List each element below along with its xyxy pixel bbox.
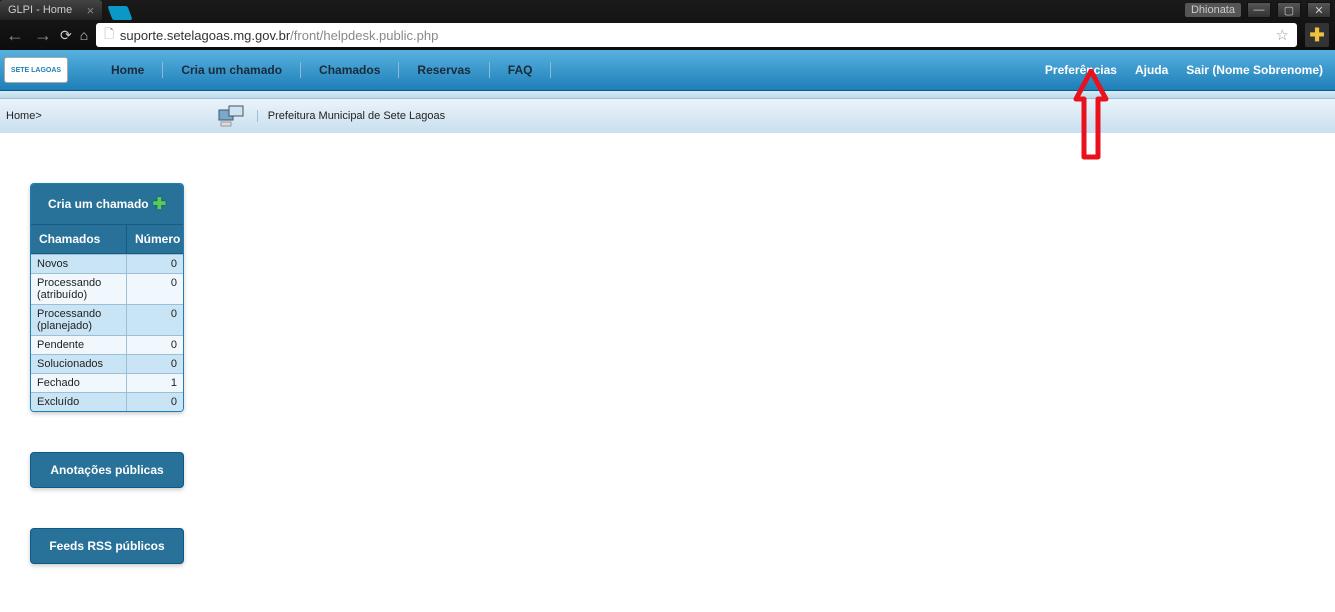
table-row[interactable]: Excluído0	[31, 392, 183, 411]
home-button[interactable]: ⌂	[80, 27, 88, 43]
new-tab-button[interactable]	[108, 6, 133, 20]
menu-tickets[interactable]: Chamados	[301, 63, 398, 77]
row-label: Processando (atribuído)	[31, 274, 127, 304]
row-num: 0	[127, 274, 183, 304]
back-button[interactable]: ←	[6, 25, 24, 46]
plus-icon: ✚	[153, 194, 166, 214]
window-controls: Dhionata — ▢ ✕	[1185, 2, 1331, 18]
computer-icon	[217, 104, 245, 128]
logout-prefix: Sair	[1186, 63, 1209, 77]
minimize-button[interactable]: —	[1247, 2, 1271, 18]
help-link[interactable]: Ajuda	[1135, 63, 1168, 77]
menu-faq[interactable]: FAQ	[490, 63, 551, 77]
logo-text: SETE LAGOAS	[11, 67, 61, 74]
header-right: Preferências Ajuda Sair (Nome Sobrenome)	[1045, 63, 1335, 77]
create-ticket-label: Cria um chamado	[48, 197, 149, 211]
menu-create-ticket[interactable]: Cria um chamado	[163, 63, 300, 77]
browser-chrome: GLPI - Home × Dhionata — ▢ ✕ ← → ⟳ ⌂ 🗋 s…	[0, 0, 1335, 50]
maximize-button[interactable]: ▢	[1277, 2, 1301, 18]
row-label: Novos	[31, 255, 127, 273]
close-icon[interactable]: ×	[87, 3, 95, 18]
table-row[interactable]: Fechado1	[31, 373, 183, 392]
tab-bar: GLPI - Home ×	[0, 0, 1335, 20]
app-logo[interactable]: SETE LAGOAS	[4, 57, 68, 83]
table-row[interactable]: Pendente0	[31, 335, 183, 354]
browser-tab[interactable]: GLPI - Home ×	[0, 0, 102, 20]
public-notes-button[interactable]: Anotações públicas	[30, 452, 184, 488]
app-header: SETE LAGOAS Home Cria um chamado Chamado…	[0, 50, 1335, 91]
row-num: 0	[127, 355, 183, 373]
main-content: Cria um chamado ✚ Chamados Número Novos0…	[0, 133, 1335, 564]
url-bar[interactable]: 🗋 suporte.setelagoas.mg.gov.br/front/hel…	[96, 23, 1297, 47]
page-icon: 🗋	[104, 25, 114, 46]
row-label: Processando (planejado)	[31, 305, 127, 335]
preferences-link[interactable]: Preferências	[1045, 63, 1117, 77]
breadcrumb-org: Prefeitura Municipal de Sete Lagoas	[257, 110, 445, 122]
nav-bar: ← → ⟳ ⌂ 🗋 suporte.setelagoas.mg.gov.br/f…	[0, 20, 1335, 50]
row-label: Fechado	[31, 374, 127, 392]
logout-link[interactable]: Sair (Nome Sobrenome)	[1186, 63, 1323, 77]
col-tickets: Chamados	[31, 225, 127, 253]
url-domain: suporte.setelagoas.mg.gov.br	[120, 28, 290, 43]
row-label: Excluído	[31, 393, 127, 411]
table-row[interactable]: Processando (planejado)0	[31, 304, 183, 335]
tab-title: GLPI - Home	[8, 4, 72, 16]
extension-button[interactable]: ✚	[1305, 23, 1329, 47]
public-rss-button[interactable]: Feeds RSS públicos	[30, 528, 184, 564]
ticket-table-header: Chamados Número	[31, 225, 183, 254]
profile-badge[interactable]: Dhionata	[1185, 3, 1241, 17]
row-num: 0	[127, 255, 183, 273]
breadcrumb: Home> Prefeitura Municipal de Sete Lagoa…	[0, 99, 1335, 133]
breadcrumb-home[interactable]: Home>	[6, 110, 42, 122]
row-label: Pendente	[31, 336, 127, 354]
forward-button[interactable]: →	[34, 25, 52, 46]
row-num: 0	[127, 336, 183, 354]
table-row[interactable]: Processando (atribuído)0	[31, 273, 183, 304]
row-num: 0	[127, 305, 183, 335]
row-label: Solucionados	[31, 355, 127, 373]
header-stripe	[0, 91, 1335, 99]
table-row[interactable]: Novos0	[31, 254, 183, 273]
row-num: 1	[127, 374, 183, 392]
nav-arrows: ← →	[6, 25, 52, 46]
row-num: 0	[127, 393, 183, 411]
reload-button[interactable]: ⟳	[60, 27, 72, 44]
ticket-summary-card: Cria um chamado ✚ Chamados Número Novos0…	[30, 183, 184, 412]
main-menu: Home Cria um chamado Chamados Reservas F…	[93, 62, 551, 78]
menu-separator	[550, 62, 551, 78]
ticket-rows: Novos0 Processando (atribuído)0 Processa…	[31, 254, 183, 411]
create-ticket-button[interactable]: Cria um chamado ✚	[31, 184, 183, 225]
table-row[interactable]: Solucionados0	[31, 354, 183, 373]
logout-name: (Nome Sobrenome)	[1212, 63, 1323, 77]
url-path: /front/helpdesk.public.php	[290, 28, 438, 43]
close-window-button[interactable]: ✕	[1307, 2, 1331, 18]
col-number: Número	[127, 225, 183, 253]
menu-home[interactable]: Home	[93, 63, 162, 77]
menu-reservations[interactable]: Reservas	[399, 63, 488, 77]
bookmark-icon[interactable]: ☆	[1276, 26, 1289, 44]
